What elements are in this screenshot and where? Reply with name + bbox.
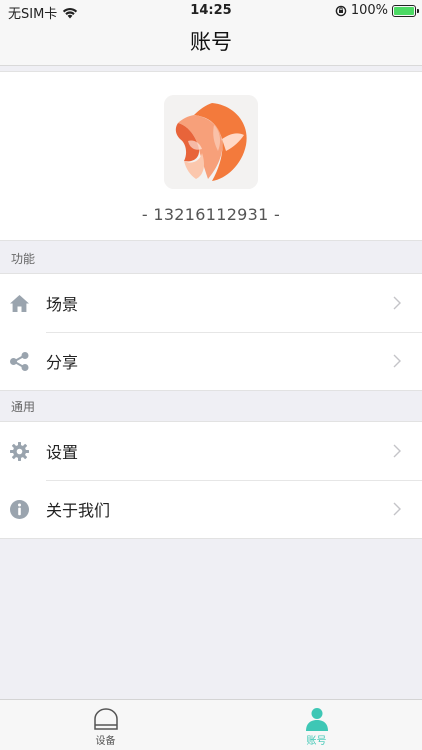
chevron-right-icon bbox=[393, 296, 401, 310]
chevron-right-icon bbox=[393, 502, 401, 516]
tab-device[interactable]: 设备 bbox=[0, 700, 211, 750]
share-icon bbox=[10, 352, 29, 371]
device-icon bbox=[94, 708, 118, 730]
gear-icon bbox=[10, 442, 29, 461]
status-bar: 无SIM卡 14:25 100% bbox=[0, 0, 422, 22]
chevron-right-icon bbox=[393, 354, 401, 368]
general-group: 设置 关于我们 bbox=[0, 421, 422, 539]
menu-item-label: 设置 bbox=[46, 443, 79, 462]
status-right: 100% bbox=[335, 3, 419, 18]
menu-item-label: 关于我们 bbox=[46, 501, 111, 520]
profile-card: - 13216112931 - bbox=[0, 71, 422, 241]
battery-percent: 100% bbox=[350, 3, 388, 18]
phone-number: - 13216112931 - bbox=[141, 205, 281, 224]
nav-bar: 账号 bbox=[0, 22, 422, 66]
fish-avatar-image bbox=[164, 95, 258, 189]
section-header-features: 功能 bbox=[11, 252, 36, 266]
tab-label: 账号 bbox=[306, 736, 327, 747]
menu-item-label: 分享 bbox=[46, 353, 79, 372]
menu-item-about[interactable]: 关于我们 bbox=[0, 480, 422, 538]
features-group: 场景 分享 bbox=[0, 273, 422, 391]
section-header-general: 通用 bbox=[11, 400, 36, 414]
tab-label: 设备 bbox=[95, 736, 116, 747]
menu-item-settings[interactable]: 设置 bbox=[0, 422, 422, 480]
chevron-right-icon bbox=[393, 444, 401, 458]
home-icon bbox=[10, 295, 29, 312]
orientation-lock-icon bbox=[335, 5, 347, 16]
info-icon bbox=[10, 500, 29, 519]
menu-item-label: 场景 bbox=[46, 295, 79, 314]
avatar[interactable] bbox=[164, 95, 258, 189]
page-title: 账号 bbox=[190, 30, 232, 54]
tab-account[interactable]: 账号 bbox=[211, 700, 422, 750]
person-icon bbox=[306, 708, 328, 731]
battery-icon bbox=[392, 4, 419, 17]
menu-item-scene[interactable]: 场景 bbox=[0, 274, 422, 332]
menu-item-share[interactable]: 分享 bbox=[0, 332, 422, 390]
tab-bar: 设备 账号 bbox=[0, 699, 422, 750]
